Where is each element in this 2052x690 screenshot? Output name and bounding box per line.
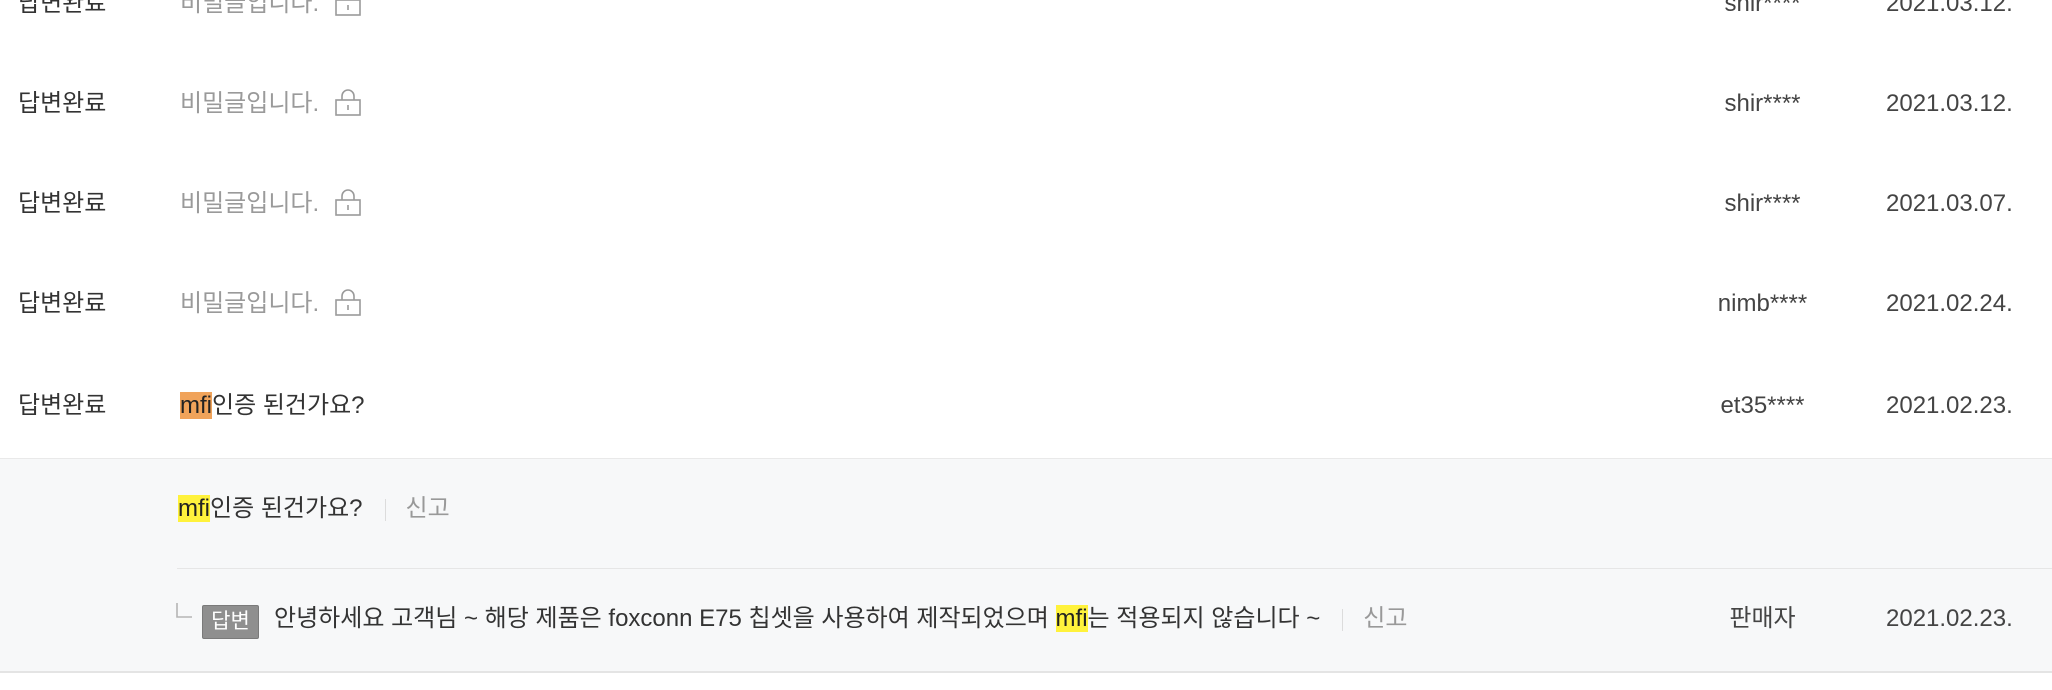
post-date: 2021.03.12.	[1886, 90, 2013, 117]
qna-row[interactable]: 답변완료 비밀글입니다. shir**** 2021.03.12.	[0, 0, 2052, 54]
lock-icon	[335, 0, 361, 16]
secret-post-label: 비밀글입니다.	[180, 90, 320, 117]
author-id: et35****	[1720, 392, 1805, 419]
post-title-text: 인증 된건가요?	[212, 392, 365, 419]
post-date: 2021.03.07.	[1886, 190, 2013, 217]
report-button[interactable]: 신고	[1363, 605, 1407, 632]
lock-icon	[335, 288, 361, 316]
search-highlight: mfi	[178, 495, 210, 522]
answer-status: 답변완료	[18, 90, 107, 117]
answer-status: 답변완료	[18, 190, 107, 217]
post-title[interactable]: mfi인증 된건가요?	[180, 356, 365, 456]
secret-post-title[interactable]: 비밀글입니다.	[180, 0, 361, 54]
answer-date: 2021.02.23.	[1886, 605, 2013, 632]
secret-post-title[interactable]: 비밀글입니다.	[180, 154, 361, 254]
secret-post-title[interactable]: 비밀글입니다.	[180, 254, 361, 354]
qna-row[interactable]: 답변완료 비밀글입니다. nimb**** 2021.02.24.	[0, 254, 2052, 354]
search-highlight: mfi	[180, 392, 212, 419]
lock-icon	[335, 188, 361, 216]
post-date: 2021.03.12.	[1886, 0, 2013, 17]
search-highlight: mfi	[1055, 605, 1088, 632]
post-date: 2021.02.24.	[1886, 290, 2013, 317]
secret-post-label: 비밀글입니다.	[180, 0, 320, 17]
answer-text: 안녕하세요 고객님 ~ 해당 제품은 foxconn E75 칩셋을 사용하여 …	[274, 605, 1056, 632]
secret-post-label: 비밀글입니다.	[180, 290, 320, 317]
divider	[1342, 608, 1344, 631]
answer-row: 답변 안녕하세요 고객님 ~ 해당 제품은 foxconn E75 칩셋을 사용…	[0, 569, 2052, 669]
answer-content: 안녕하세요 고객님 ~ 해당 제품은 foxconn E75 칩셋을 사용하여 …	[274, 569, 1407, 669]
author-id: shir****	[1724, 0, 1801, 17]
answer-badge: 답변	[202, 605, 259, 639]
qna-row[interactable]: 답변완료 비밀글입니다. shir**** 2021.03.07.	[0, 154, 2052, 254]
answer-text-end: 는 적용되지 않습니다 ~	[1087, 605, 1321, 632]
author-id: shir****	[1724, 190, 1801, 217]
question-text: 인증 된건가요?	[210, 495, 363, 522]
divider	[384, 498, 386, 521]
reply-elbow-icon	[176, 603, 192, 618]
answer-author: 판매자	[1729, 605, 1796, 632]
post-date: 2021.02.23.	[1886, 392, 2013, 419]
author-id: nimb****	[1717, 290, 1808, 317]
qna-row-expanded[interactable]: 답변완료 mfi인증 된건가요? et35**** 2021.02.23.	[0, 356, 2052, 456]
qna-row[interactable]: 답변완료 비밀글입니다. shir**** 2021.03.12.	[0, 54, 2052, 154]
report-button[interactable]: 신고	[406, 495, 450, 522]
answer-status: 답변완료	[18, 290, 107, 317]
secret-post-label: 비밀글입니다.	[180, 190, 320, 217]
author-id: shir****	[1724, 90, 1801, 117]
answer-status: 답변완료	[18, 392, 107, 419]
question-content: mfi인증 된건가요? 신고	[178, 459, 450, 559]
answer-status: 답변완료	[18, 0, 107, 17]
question-detail-panel: mfi인증 된건가요? 신고 답변 안녕하세요 고객님 ~ 해당 제품은 foxc…	[0, 458, 2052, 673]
secret-post-title[interactable]: 비밀글입니다.	[180, 54, 361, 154]
lock-icon	[335, 88, 361, 116]
